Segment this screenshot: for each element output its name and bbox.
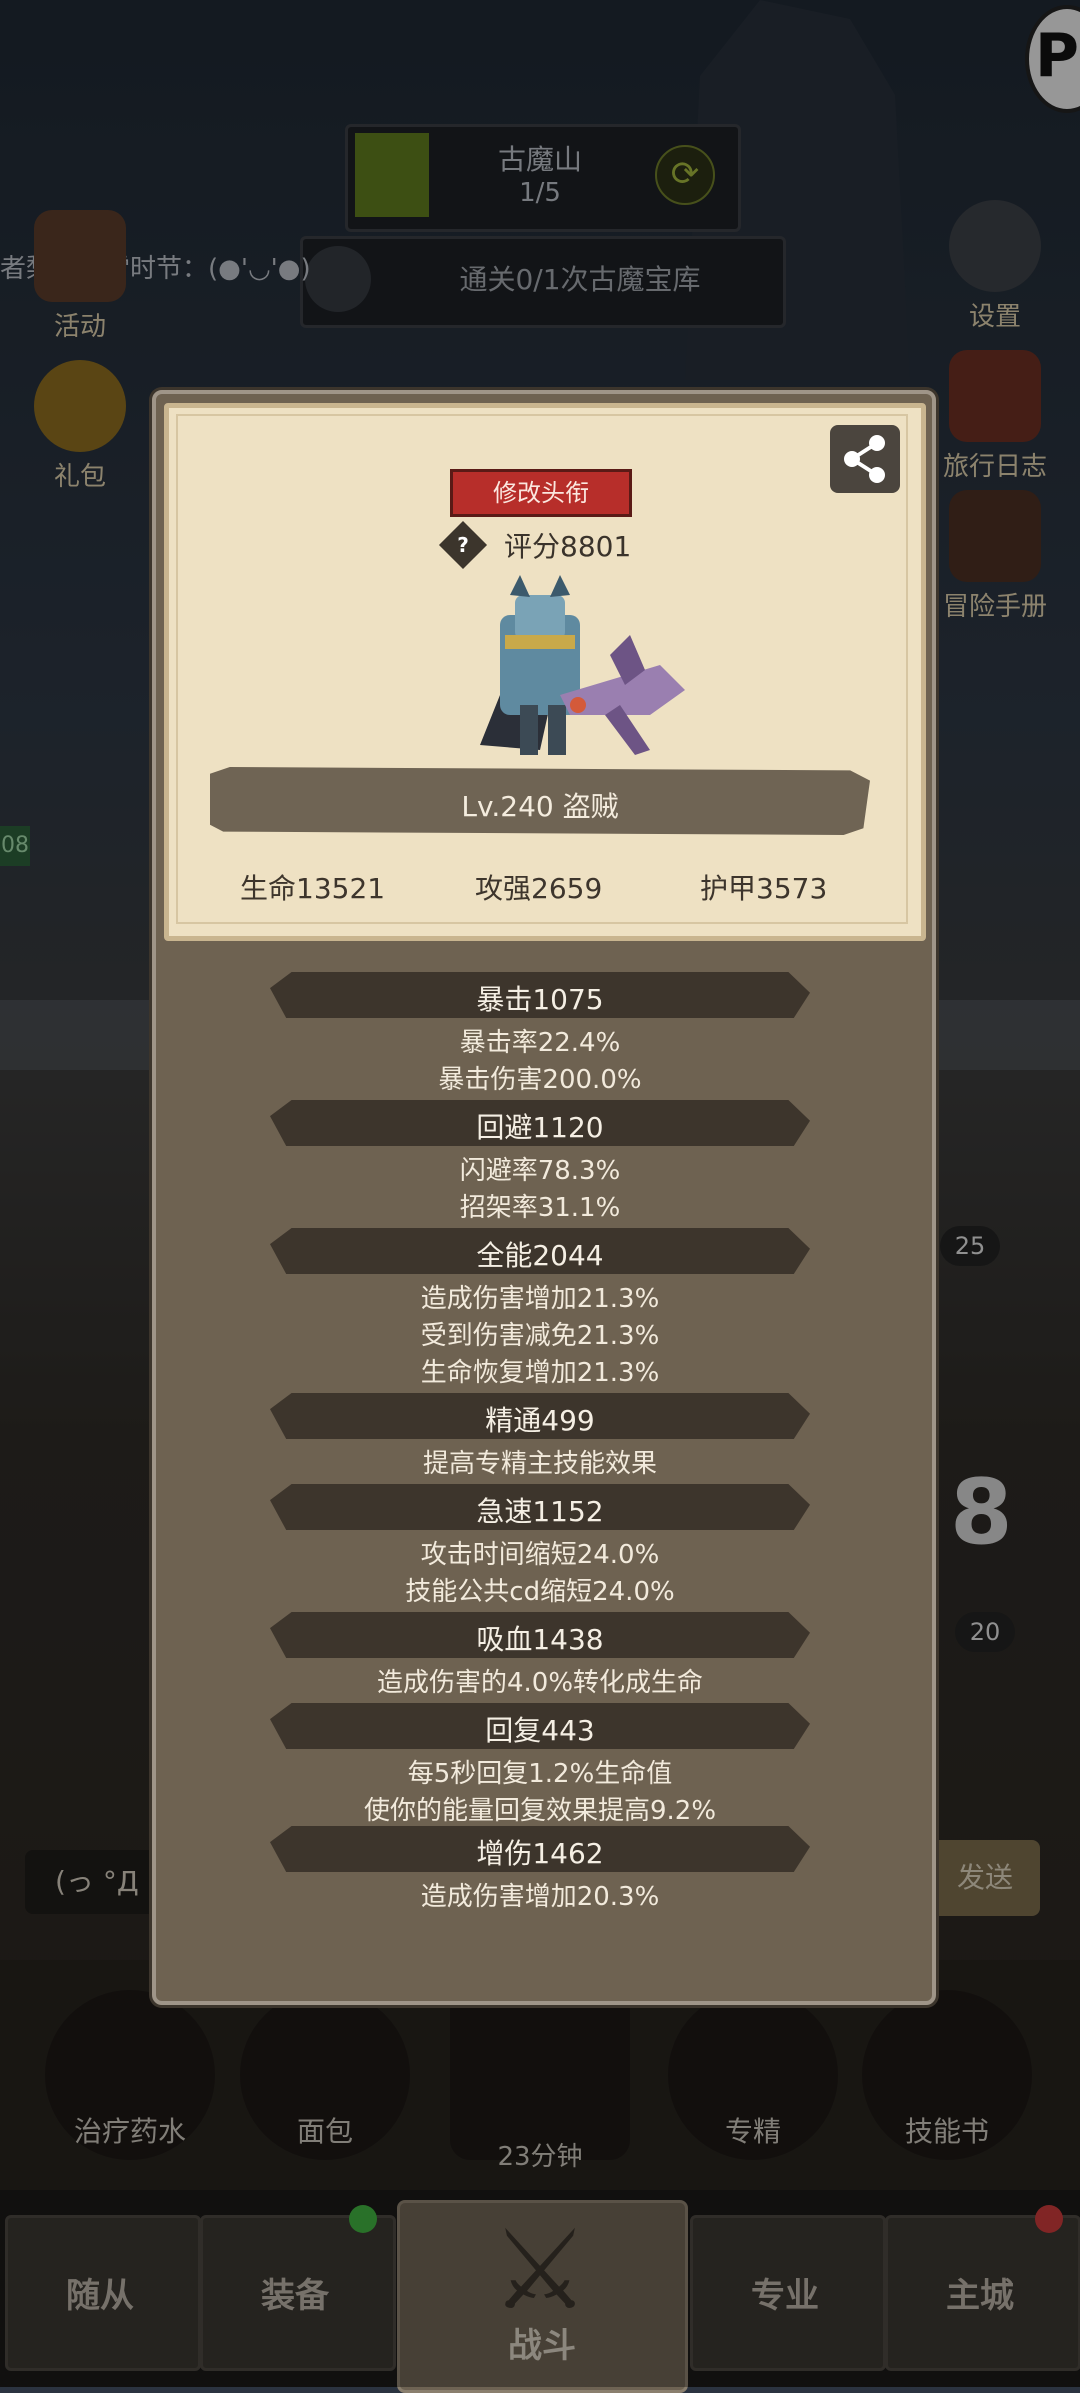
stat-line: 受到伤害减免21.3% <box>420 1321 660 1351</box>
stat-armor: 护甲3573 <box>700 872 828 905</box>
character-sprite <box>460 575 690 775</box>
stat-line: 造成伤害增加21.3% <box>420 1284 660 1314</box>
stat-line: 造成伤害增加20.3% <box>420 1882 660 1912</box>
stat-line: 攻击时间缩短24.0% <box>420 1540 660 1570</box>
stat-health: 生命13521 <box>240 872 386 905</box>
stat-versatility: 全能2044 <box>476 1239 604 1272</box>
level-class: Lv.240 盗贼 <box>461 790 619 823</box>
stat-avoidance: 回避1120 <box>476 1111 604 1144</box>
stat-line: 使你的能量回复效果提高9.2% <box>363 1796 717 1826</box>
stat-line: 暴击率22.4% <box>459 1028 621 1058</box>
stat-crit: 暴击1075 <box>476 983 604 1016</box>
stat-line: 技能公共cd缩短24.0% <box>405 1577 675 1607</box>
score-text: 评分8801 <box>504 530 632 563</box>
help-icon[interactable]: ? <box>438 520 488 570</box>
share-icon <box>844 435 885 483</box>
stat-regen: 回复443 <box>485 1714 595 1747</box>
share-button[interactable] <box>830 425 900 493</box>
stat-haste: 急速1152 <box>476 1495 604 1528</box>
stat-line: 招架率31.1% <box>459 1193 621 1223</box>
stat-line: 生命恢复增加21.3% <box>420 1358 660 1388</box>
stat-mastery: 精通499 <box>485 1404 595 1437</box>
stat-line: 闪避率78.3% <box>459 1156 621 1186</box>
stat-line: 暴击伤害200.0% <box>438 1065 642 1095</box>
edit-title-button[interactable]: 修改头衔 <box>450 469 632 517</box>
stat-lifesteal: 吸血1438 <box>476 1623 604 1656</box>
stat-line: 提高专精主技能效果 <box>422 1449 657 1479</box>
stat-attack-power: 攻强2659 <box>475 872 603 905</box>
stat-line: 每5秒回复1.2%生命值 <box>407 1759 673 1789</box>
stat-damage-increase: 增伤1462 <box>476 1837 604 1870</box>
stat-line: 造成伤害的4.0%转化成生命 <box>376 1668 704 1698</box>
